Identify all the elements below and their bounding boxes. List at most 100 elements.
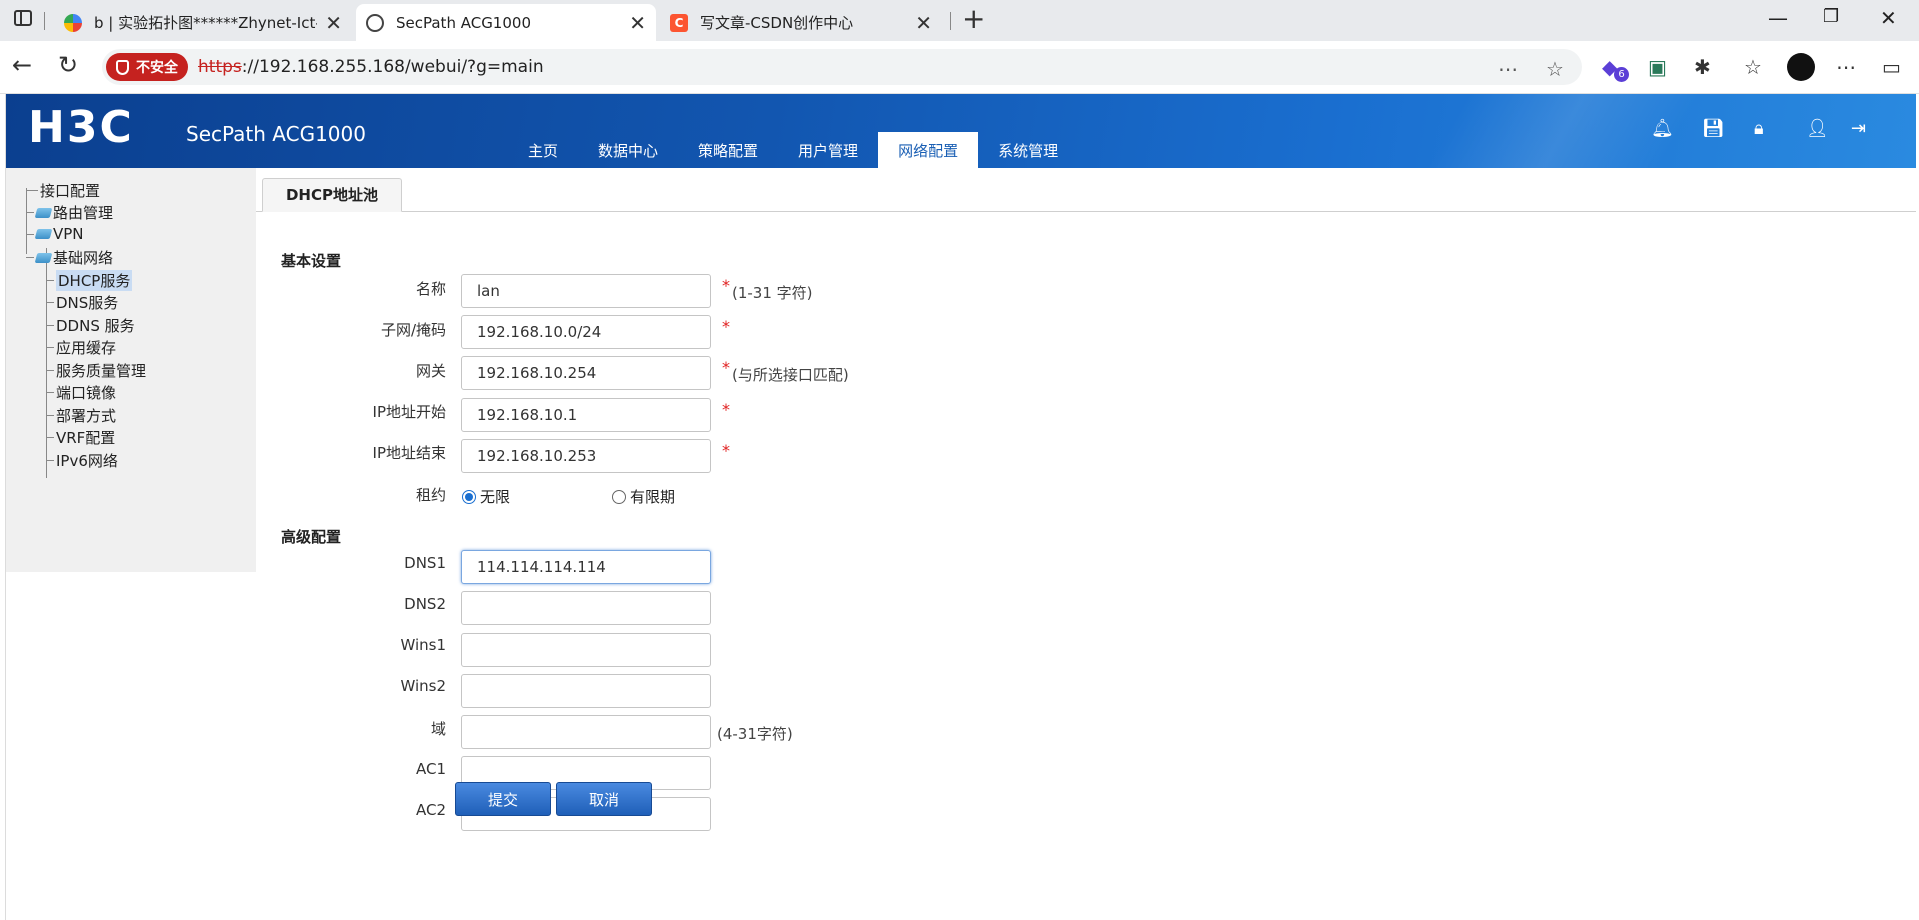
sidebar-item-deploy-mode[interactable]: 部署方式	[46, 405, 116, 426]
folder-icon	[34, 252, 53, 263]
h3c-logo: H3C	[28, 102, 134, 153]
domain-field[interactable]	[461, 715, 711, 749]
favorite-icon[interactable]: ☆	[1546, 57, 1564, 81]
nav-home[interactable]: 主页	[508, 132, 578, 168]
globe-icon	[366, 13, 384, 32]
required-mark: *	[722, 358, 730, 377]
address-bar[interactable]: 不安全 https://192.168.255.168/webui/?g=mai…	[102, 49, 1582, 85]
shield-icon	[116, 59, 129, 75]
user-icon[interactable]: 👤︎	[1806, 118, 1829, 139]
browser-tab-secpath[interactable]: SecPath ACG1000 ✕	[356, 4, 656, 41]
csdn-favicon-icon: C	[670, 13, 688, 32]
sidebar-item-qos[interactable]: 服务质量管理	[46, 360, 146, 381]
sidebar-item-basic-network[interactable]: 基础网络	[26, 247, 113, 268]
sidebar-icon[interactable]: ▭	[1882, 55, 1901, 79]
required-mark: *	[722, 317, 730, 336]
security-label: 不安全	[136, 60, 178, 76]
nav-data-center[interactable]: 数据中心	[578, 132, 678, 168]
reload-icon[interactable]: ↻	[58, 53, 78, 77]
name-field[interactable]: lan	[461, 274, 711, 308]
dns1-label: DNS1	[404, 554, 446, 572]
wins2-field[interactable]	[461, 674, 711, 708]
cancel-button[interactable]: 取消	[556, 782, 652, 816]
tab-favicon-icon	[64, 13, 82, 32]
browser-tab-csdn[interactable]: C 写文章-CSDN创作中心 ✕	[660, 4, 942, 41]
submit-button[interactable]: 提交	[455, 782, 551, 816]
url-text[interactable]: https://192.168.255.168/webui/?g=main	[198, 57, 544, 77]
tab-title: 写文章-CSDN创作中心	[700, 14, 854, 32]
restore-icon[interactable]: ❐	[1823, 6, 1839, 27]
avatar[interactable]	[1787, 53, 1815, 81]
sidebar-item-interface[interactable]: 接口配置	[26, 180, 100, 201]
nav-policy[interactable]: 策略配置	[678, 132, 778, 168]
sidebar-item-vrf[interactable]: VRF配置	[46, 427, 115, 448]
folder-icon	[34, 207, 53, 218]
name-label: 名称	[415, 280, 446, 298]
section-advanced-title: 高级配置	[281, 528, 342, 546]
domain-hint: (4-31字符)	[717, 725, 793, 743]
url-rest: ://192.168.255.168/webui/?g=main	[241, 57, 544, 77]
required-mark: *	[722, 441, 730, 460]
tab-separator	[44, 12, 45, 30]
radio-checked-icon	[462, 489, 476, 504]
nav-users[interactable]: 用户管理	[778, 132, 878, 168]
more-icon[interactable]: ⋯	[1498, 57, 1518, 81]
sidebar-item-dhcp[interactable]: DHCP服务	[46, 270, 133, 291]
logout-icon[interactable]: ⇥	[1851, 118, 1866, 139]
new-tab-icon[interactable]: +	[962, 4, 985, 34]
browser-tab-bar: b | 实验拓扑图******Zhynet-Ict-La ✕ SecPath A…	[0, 0, 1919, 41]
lease-unlimited-radio[interactable]: 无限	[462, 486, 510, 507]
favorites-list-icon[interactable]: ☆	[1744, 55, 1762, 79]
ip-start-label: IP地址开始	[372, 403, 446, 421]
monitor-icon[interactable]: ▣	[1648, 55, 1667, 79]
tab-close-icon[interactable]: ✕	[629, 11, 646, 35]
lock-icon[interactable]: 🔒︎	[1754, 118, 1764, 139]
sidebar-item-dns[interactable]: DNS服务	[46, 292, 118, 313]
subnet-field[interactable]: 192.168.10.0/24	[461, 315, 711, 349]
lease-limited-radio[interactable]: 有限期	[612, 486, 675, 507]
sidebar-item-port-mirror[interactable]: 端口镜像	[46, 382, 116, 403]
ac1-label: AC1	[415, 760, 446, 778]
sidebar-item-routing[interactable]: 路由管理	[26, 202, 113, 223]
minimize-icon[interactable]: —	[1768, 6, 1788, 30]
vertical-tabs-icon[interactable]	[14, 10, 32, 26]
radio-unchecked-icon	[612, 489, 626, 504]
sidebar-item-vpn[interactable]: VPN	[26, 225, 84, 243]
bell-icon[interactable]: 🔔︎	[1651, 118, 1674, 139]
sidebar-tree: 接口配置 路由管理 VPN 基础网络 DHCP服务 DNS服务 DDNS 服务 …	[6, 168, 256, 572]
gateway-hint: (与所选接口匹配)	[732, 366, 849, 384]
browser-tab-topology[interactable]: b | 实验拓扑图******Zhynet-Ict-La ✕	[54, 4, 352, 41]
tab-close-icon[interactable]: ✕	[915, 11, 932, 35]
top-nav: 主页 数据中心 策略配置 用户管理 网络配置 系统管理	[508, 132, 1078, 168]
name-hint: (1-31 字符)	[732, 284, 813, 302]
extension-badge: 6	[1614, 67, 1629, 82]
sidebar-item-ipv6[interactable]: IPv6网络	[46, 450, 118, 471]
subnet-label: 子网/掩码	[380, 321, 446, 339]
ip-end-field[interactable]: 192.168.10.253	[461, 439, 711, 473]
ip-start-field[interactable]: 192.168.10.1	[461, 398, 711, 432]
menu-icon[interactable]: ⋯	[1836, 55, 1856, 79]
nav-system[interactable]: 系统管理	[978, 132, 1078, 168]
ip-end-label: IP地址结束	[372, 444, 446, 462]
security-indicator[interactable]: 不安全	[106, 53, 188, 81]
window-close-icon[interactable]: ✕	[1880, 6, 1897, 30]
extension-puzzle-icon[interactable]: ✱	[1694, 55, 1711, 79]
tab-dhcp-pool[interactable]: DHCP地址池	[262, 178, 402, 212]
folder-icon	[34, 229, 53, 239]
dns2-field[interactable]	[461, 591, 711, 625]
tab-title: b | 实验拓扑图******Zhynet-Ict-La	[94, 14, 318, 32]
sidebar-item-app-cache[interactable]: 应用缓存	[46, 337, 116, 358]
app-header: H3C SecPath ACG1000 主页 数据中心 策略配置 用户管理 网络…	[6, 94, 1916, 168]
product-name: SecPath ACG1000	[186, 122, 366, 146]
dns1-field[interactable]: 114.114.114.114	[461, 550, 711, 584]
wins1-field[interactable]	[461, 633, 711, 667]
tab-close-icon[interactable]: ✕	[325, 11, 342, 35]
save-icon[interactable]: 💾︎	[1702, 118, 1725, 139]
url-protocol: https	[198, 57, 242, 77]
sidebar-item-ddns[interactable]: DDNS 服务	[46, 315, 135, 336]
app-container: H3C SecPath ACG1000 主页 数据中心 策略配置 用户管理 网络…	[5, 94, 1916, 920]
required-mark: *	[722, 400, 730, 419]
gateway-field[interactable]: 192.168.10.254	[461, 356, 711, 390]
nav-network[interactable]: 网络配置	[878, 132, 979, 168]
back-icon[interactable]: ←	[12, 53, 32, 77]
